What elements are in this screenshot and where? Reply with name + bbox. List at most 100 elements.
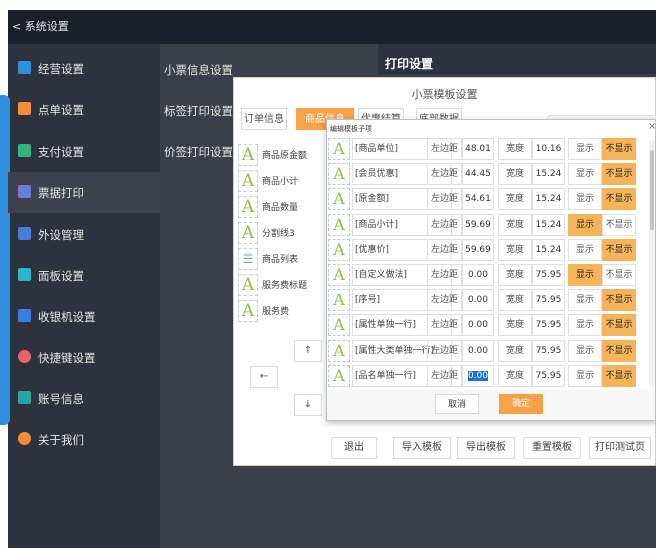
back-link[interactable]: < 系统设置 (12, 18, 69, 34)
sidebar-item-receipt-print[interactable]: 票据打印 (8, 172, 160, 213)
exit-button[interactable]: 退出 (331, 437, 377, 459)
show-button[interactable]: 显示 (568, 213, 602, 236)
list-item[interactable]: A 商品原金额 (236, 142, 324, 166)
sidebar-item-about[interactable]: 关于我们 (8, 419, 160, 460)
margin-input[interactable]: 0.00 (462, 364, 494, 387)
margin-value: 59.69 (465, 219, 491, 230)
export-template-button[interactable]: 导出模板 (457, 437, 515, 459)
sidebar-item-cashier[interactable]: 收银机设置 (8, 296, 160, 337)
margin-input[interactable]: 59.69 (462, 213, 494, 236)
sidebar-item-label: 外设管理 (38, 228, 84, 242)
show-button[interactable]: 显示 (568, 264, 602, 286)
hide-button[interactable]: 不显示 (602, 264, 636, 286)
menu-receipt-info[interactable]: 小票信息设置 (164, 62, 233, 78)
width-input[interactable]: 15.24 (532, 163, 565, 186)
list-item[interactable]: A 商品小计 (236, 168, 324, 192)
show-button[interactable]: 显示 (568, 138, 602, 160)
sidebar-item-business[interactable]: 经营设置 (8, 48, 160, 89)
menu-label-print[interactable]: 标签打印设置 (164, 103, 233, 119)
show-button[interactable]: 显示 (568, 314, 602, 337)
import-template-button[interactable]: 导入模板 (393, 437, 451, 459)
margin-value: 0.00 (467, 320, 489, 331)
list-item[interactable]: ☰ 商品列表 (236, 246, 324, 270)
hide-button[interactable]: 不显示 (602, 364, 636, 387)
hide-button[interactable]: 不显示 (602, 238, 636, 261)
page-title: 打印设置 (385, 57, 434, 71)
sidebar-item-shortcuts[interactable]: 快捷键设置 (8, 337, 160, 378)
show-button[interactable]: 显示 (568, 238, 602, 261)
margin-input[interactable]: 44.45 (462, 163, 494, 186)
edit-dialog-title: 编辑模板子项 (330, 125, 372, 133)
move-down-button[interactable]: ↓ (294, 394, 322, 416)
hide-button[interactable]: 不显示 (602, 339, 636, 362)
move-up-button[interactable]: ↑ (294, 340, 322, 362)
width-input[interactable]: 15.24 (532, 238, 565, 261)
text-field-icon: A (238, 144, 258, 166)
show-button[interactable]: 显示 (568, 364, 602, 387)
hide-button[interactable]: 不显示 (602, 289, 636, 312)
margin-value: 0.00 (467, 370, 489, 381)
cancel-button[interactable]: 取消 (435, 394, 479, 414)
width-input[interactable]: 75.95 (532, 339, 565, 362)
margin-input[interactable]: 59.69 (462, 238, 494, 261)
width-input[interactable]: 75.95 (532, 314, 565, 337)
hide-button[interactable]: 不显示 (602, 138, 636, 160)
width-input[interactable]: 15.24 (532, 213, 565, 236)
sidebar-item-label: 关于我们 (38, 433, 84, 447)
margin-label: 左边距 (427, 238, 462, 261)
account-icon (18, 391, 31, 404)
list-item[interactable]: A 分割线3 (236, 220, 324, 244)
sidebar-item-label: 支付设置 (38, 145, 84, 159)
sidebar-item-payment[interactable]: 支付设置 (8, 131, 160, 172)
table-row: A [属性单独一行] 左边距 0.00 宽度 75.95 显示 不显示 (326, 313, 648, 339)
text-field-icon: A (328, 289, 350, 312)
margin-input[interactable]: 0.00 (462, 289, 494, 312)
show-button[interactable]: 显示 (568, 339, 602, 362)
margin-input[interactable]: 0.00 (462, 339, 494, 362)
show-button[interactable]: 显示 (568, 163, 602, 186)
sidebar-item-ordering[interactable]: 点单设置 (8, 89, 160, 130)
monitor-icon (18, 309, 31, 322)
sidebar-item-peripherals[interactable]: 外设管理 (8, 214, 160, 255)
move-left-button[interactable]: ← (250, 366, 278, 388)
table-row: A [商品小计] 左边距 59.69 宽度 15.24 显示 不显示 (326, 213, 648, 239)
margin-input[interactable]: 0.00 (462, 314, 494, 337)
hide-button[interactable]: 不显示 (602, 188, 636, 211)
width-input[interactable]: 15.24 (532, 188, 565, 211)
margin-input[interactable]: 54.61 (462, 188, 494, 211)
width-label: 宽度 (498, 238, 532, 261)
tab-order-info[interactable]: 订单信息 (241, 108, 287, 130)
hide-button[interactable]: 不显示 (602, 314, 636, 337)
show-button[interactable]: 显示 (568, 289, 602, 312)
print-test-page-button[interactable]: 打印测试页 (589, 437, 651, 459)
menu-price-tag-print[interactable]: 价签打印设置 (164, 144, 233, 160)
width-label: 宽度 (498, 364, 532, 387)
sidebar-item-panel[interactable]: 面板设置 (8, 255, 160, 296)
sidebar-item-account[interactable]: 账号信息 (8, 378, 160, 419)
list-item[interactable]: A 服务费 (236, 298, 324, 322)
margin-input[interactable]: 48.01 (462, 138, 494, 160)
width-input[interactable]: 75.95 (532, 364, 565, 387)
margin-input[interactable]: 0.00 (462, 264, 494, 286)
scrollbar-thumb[interactable] (650, 150, 654, 230)
text-field-icon: A (238, 222, 258, 244)
width-input[interactable]: 75.95 (532, 289, 565, 312)
table-row: A [序号] 左边距 0.00 宽度 75.95 显示 不显示 (326, 288, 648, 314)
hide-button[interactable]: 不显示 (602, 213, 636, 236)
width-input[interactable]: 10.16 (532, 138, 565, 160)
hide-button[interactable]: 不显示 (602, 163, 636, 186)
close-icon[interactable]: × (648, 121, 656, 132)
table-row: A [属性大类单独一行] 左边距 0.00 宽度 75.95 显示 不显示 (326, 339, 648, 365)
confirm-button[interactable]: 确定 (499, 394, 543, 414)
reset-template-button[interactable]: 重置模板 (523, 437, 581, 459)
shortcut-icon (18, 350, 31, 363)
width-input[interactable]: 75.95 (532, 264, 565, 286)
list-item[interactable]: A 商品数量 (236, 194, 324, 218)
device-icon (18, 227, 31, 240)
list-item[interactable]: A 服务费标题 (236, 272, 324, 296)
show-button[interactable]: 显示 (568, 188, 602, 211)
text-field-icon: A (328, 238, 350, 261)
table-row: A [商品单位] 左边距 48.01 宽度 10.16 显示 不显示 (326, 137, 648, 163)
margin-label: 左边距 (427, 339, 462, 362)
width-label: 宽度 (498, 138, 532, 160)
